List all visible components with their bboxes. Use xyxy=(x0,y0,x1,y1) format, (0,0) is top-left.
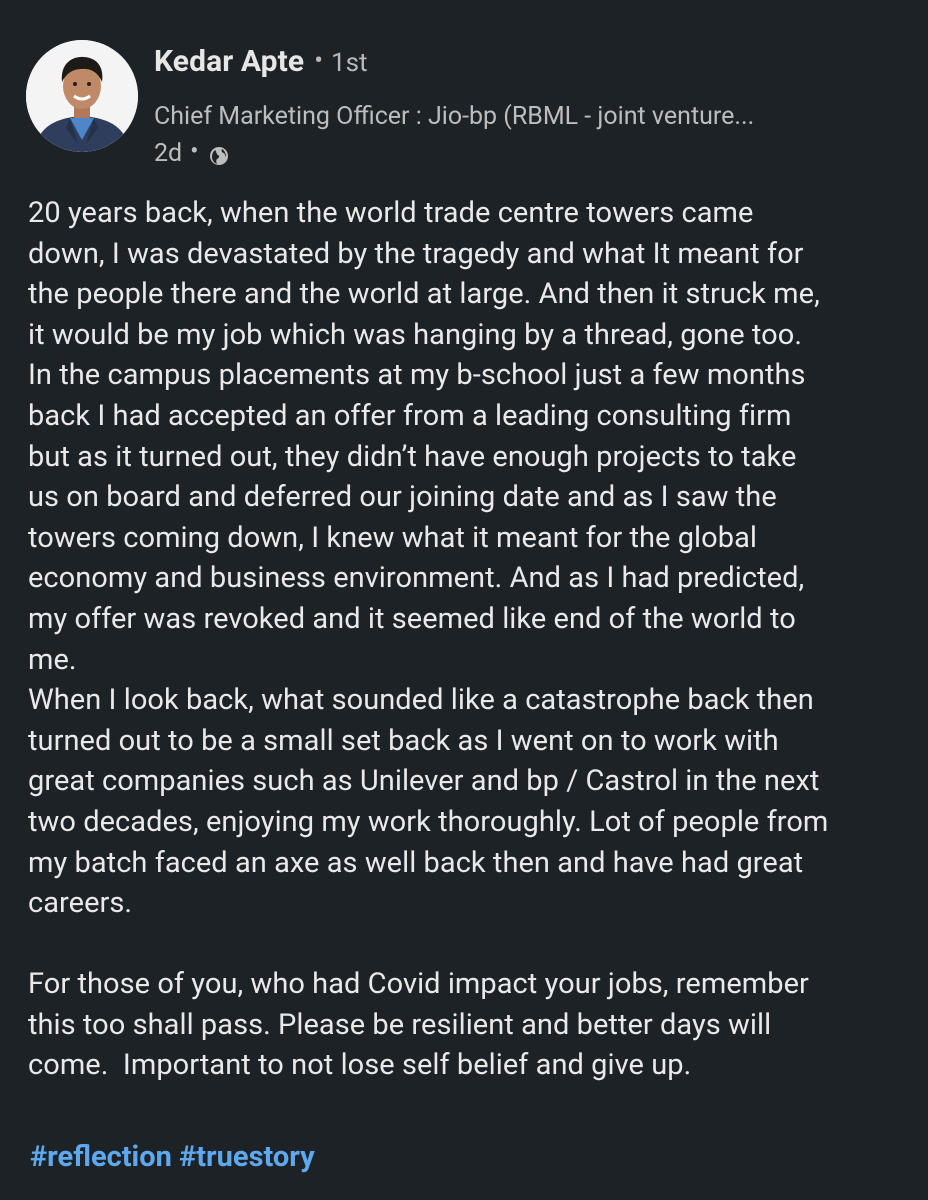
post-body-text: 20 years back, when the world trade cent… xyxy=(28,196,829,1083)
name-separator: • xyxy=(314,46,323,76)
author-name[interactable]: Kedar Apte xyxy=(154,44,304,79)
post-time: 2d xyxy=(154,139,183,168)
post-meta: 2d • xyxy=(154,137,914,168)
author-avatar[interactable] xyxy=(26,40,138,152)
globe-icon xyxy=(209,144,229,165)
post-header: Kedar Apte • 1st Chief Marketing Officer… xyxy=(154,44,914,168)
linkedin-post: Kedar Apte • 1st Chief Marketing Officer… xyxy=(0,0,928,1200)
avatar-photo xyxy=(26,40,138,152)
author-name-row: Kedar Apte • 1st xyxy=(154,44,914,88)
connection-degree: 1st xyxy=(330,48,368,78)
hashtag-truestory[interactable]: #truestory xyxy=(179,1140,315,1174)
hashtag-reflection[interactable]: #reflection xyxy=(30,1140,172,1174)
author-headline[interactable]: Chief Marketing Officer : Jio-bp (RBML -… xyxy=(154,102,914,131)
hashtag-row: #reflection #truestory xyxy=(30,1140,315,1174)
meta-separator: • xyxy=(190,137,199,166)
